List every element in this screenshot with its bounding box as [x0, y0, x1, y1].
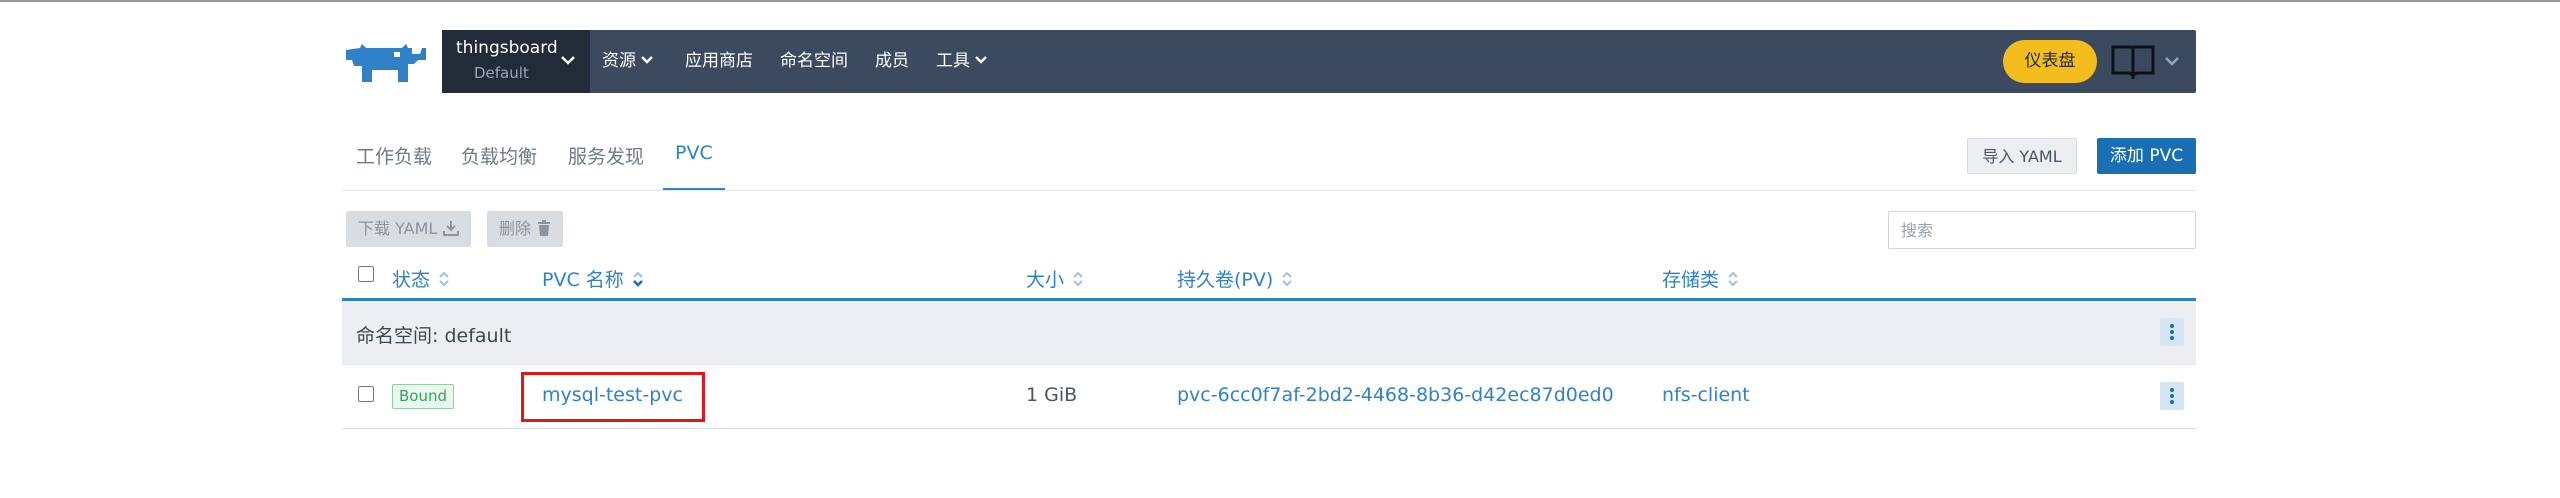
pv-link[interactable]: pvc-6cc0f7af-2bd2-4468-8b36-d42ec87d0ed0 — [1177, 384, 1614, 406]
column-header-storage-class[interactable]: 存储类 — [1662, 265, 1739, 292]
download-yaml-button[interactable]: 下载 YAML — [346, 211, 472, 247]
rancher-logo-icon[interactable] — [342, 42, 428, 84]
column-header-status-label: 状态 — [392, 269, 431, 291]
column-header-status[interactable]: 状态 — [392, 265, 450, 292]
tab-load-balancing[interactable]: 负载均衡 — [461, 142, 537, 190]
sort-icon — [439, 271, 449, 287]
column-header-pv-label: 持久卷(PV) — [1177, 269, 1274, 291]
nav-resources-label: 资源 — [602, 51, 636, 71]
download-yaml-label: 下载 YAML — [358, 219, 438, 238]
column-header-pvc-name[interactable]: PVC 名称 — [542, 265, 644, 292]
chevron-down-icon — [561, 56, 575, 65]
nav-resources[interactable]: 资源 — [602, 30, 654, 93]
book-icon[interactable] — [2110, 43, 2156, 79]
column-header-pv[interactable]: 持久卷(PV) — [1177, 265, 1293, 292]
search-input[interactable] — [1888, 211, 2196, 249]
chevron-down-icon — [641, 55, 653, 64]
storage-class-link[interactable]: nfs-client — [1662, 384, 1750, 406]
download-icon — [443, 221, 460, 236]
row-actions-menu-icon[interactable] — [2160, 382, 2184, 410]
dashboard-button[interactable]: 仪表盘 — [2003, 40, 2097, 83]
table-bottom-border — [342, 428, 2196, 429]
tabs-divider — [342, 190, 2196, 191]
row-select-checkbox[interactable] — [358, 386, 374, 402]
top-navigation-bar: thingsboard Default 资源 应用商店 命名空间 成员 工具 仪… — [442, 30, 2196, 93]
sort-icon — [1728, 271, 1738, 287]
nav-tools-label: 工具 — [936, 51, 970, 71]
pvc-size: 1 GiB — [1026, 384, 1078, 406]
sort-icon — [1073, 271, 1083, 287]
namespace-group-label: 命名空间: default — [356, 325, 512, 347]
tab-service-discovery[interactable]: 服务发现 — [568, 142, 644, 190]
nav-tools[interactable]: 工具 — [936, 30, 988, 93]
status-badge: Bound — [392, 384, 455, 409]
select-all-checkbox[interactable] — [358, 266, 374, 282]
sort-descending-icon — [632, 271, 643, 287]
delete-button[interactable]: 删除 — [487, 211, 564, 247]
nav-members[interactable]: 成员 — [875, 30, 909, 93]
chevron-down-icon[interactable] — [2164, 54, 2180, 68]
window-top-border — [0, 0, 2560, 2]
add-pvc-button[interactable]: 添加 PVC — [2097, 138, 2196, 174]
group-actions-menu-icon[interactable] — [2160, 318, 2184, 346]
sort-icon — [1282, 271, 1292, 287]
nav-app-store[interactable]: 应用商店 — [685, 30, 753, 93]
nav-namespaces[interactable]: 命名空间 — [780, 30, 848, 93]
trash-icon — [538, 220, 551, 236]
pvc-name-link[interactable]: mysql-test-pvc — [542, 384, 683, 406]
column-header-pvc-name-label: PVC 名称 — [542, 269, 624, 291]
import-yaml-button[interactable]: 导入 YAML — [1967, 138, 2077, 174]
column-header-storage-class-label: 存储类 — [1662, 269, 1720, 291]
column-header-size-label: 大小 — [1026, 269, 1065, 291]
cluster-name: thingsboard — [456, 38, 558, 58]
row-divider — [342, 364, 2196, 365]
chevron-down-icon — [975, 55, 987, 64]
cluster-namespace: Default — [474, 64, 529, 82]
namespace-group-row: 命名空间: default — [342, 301, 2196, 364]
delete-label: 删除 — [499, 219, 532, 238]
tab-pvc[interactable]: PVC — [675, 142, 713, 190]
cluster-switcher[interactable]: thingsboard Default — [442, 30, 590, 93]
tab-workloads[interactable]: 工作负载 — [356, 142, 432, 190]
column-header-size[interactable]: 大小 — [1026, 265, 1084, 292]
